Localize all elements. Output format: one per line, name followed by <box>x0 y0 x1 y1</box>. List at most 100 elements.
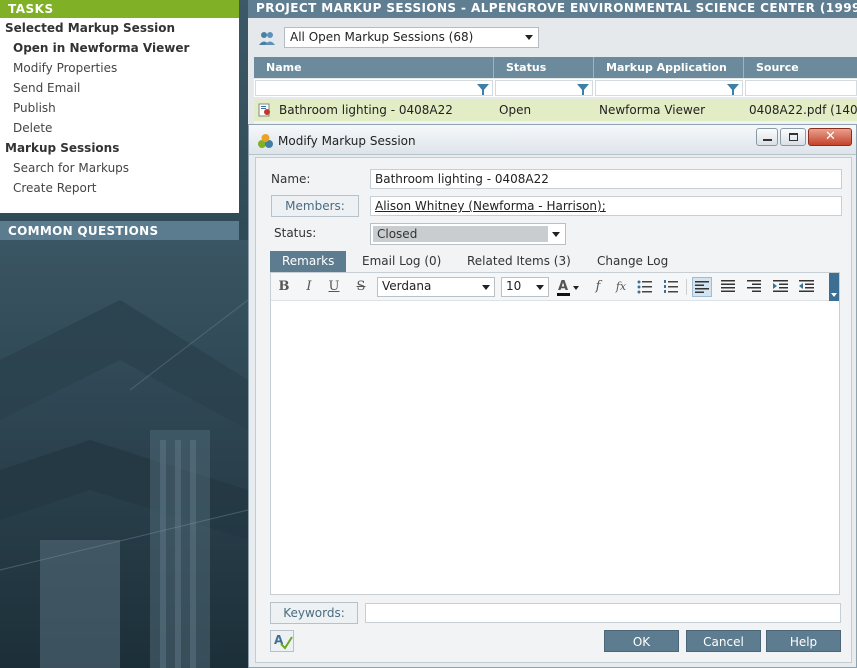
indent-icon <box>772 280 788 292</box>
outdent-icon <box>798 280 814 292</box>
bullet-list-button[interactable] <box>635 277 655 297</box>
bold-button[interactable]: B <box>274 277 294 297</box>
chevron-down-icon <box>482 285 490 290</box>
column-header-status[interactable]: Status <box>494 57 594 78</box>
keywords-button[interactable]: Keywords: <box>270 602 358 624</box>
editor-toolbar: B I U S Verdana 10 A f fx <box>271 273 839 301</box>
filter-icon[interactable] <box>477 84 489 95</box>
tab-email-log[interactable]: Email Log (0) <box>350 251 453 272</box>
column-header-source[interactable]: Source <box>744 57 857 78</box>
task-group-markup-sessions: Markup Sessions <box>5 141 120 155</box>
filter-status[interactable] <box>495 80 593 96</box>
align-right-icon <box>747 280 761 292</box>
column-header-name[interactable]: Name <box>254 57 494 78</box>
underline-button[interactable]: U <box>324 277 344 297</box>
font-family-select[interactable]: Verdana <box>377 277 495 297</box>
background-skyline-image <box>0 240 248 668</box>
filter-icon[interactable] <box>727 84 739 95</box>
dialog-body: Name: Bathroom lighting - 0408A22 Member… <box>255 157 852 663</box>
maximize-button[interactable] <box>780 128 806 146</box>
people-icon <box>259 32 275 45</box>
font-family-value: Verdana <box>382 279 432 293</box>
align-right-button[interactable] <box>744 277 764 297</box>
cancel-button[interactable]: Cancel <box>686 630 761 652</box>
project-header: PROJECT MARKUP SESSIONS - ALPENGROVE ENV… <box>248 0 857 18</box>
maximize-icon <box>789 133 798 141</box>
task-send-email[interactable]: Send Email <box>0 78 239 98</box>
bullet-list-icon <box>637 280 652 294</box>
column-header-application[interactable]: Markup Application <box>594 57 744 78</box>
cell-source: 0408A22.pdf (1405 <box>749 103 857 117</box>
minimize-icon <box>763 139 772 141</box>
chevron-down-icon <box>552 232 560 237</box>
filter-application[interactable] <box>595 80 743 96</box>
modify-markup-session-dialog: Modify Markup Session ✕ Name: Bathroom l… <box>248 124 857 668</box>
italic-button[interactable]: I <box>299 277 319 297</box>
task-modify-properties[interactable]: Modify Properties <box>0 58 239 78</box>
numbered-list-icon <box>664 280 678 293</box>
tab-change-log[interactable]: Change Log <box>585 251 680 272</box>
filter-icon[interactable] <box>577 84 589 95</box>
dialog-title-bar[interactable]: Modify Markup Session ✕ <box>249 125 856 155</box>
table-row[interactable]: Bathroom lighting - 0408A22 Open Newform… <box>254 99 857 121</box>
align-left-button[interactable] <box>692 277 712 297</box>
strikethrough-button[interactable]: S <box>351 277 371 297</box>
status-select[interactable]: Closed <box>370 223 566 245</box>
tab-related-items[interactable]: Related Items (3) <box>455 251 583 272</box>
status-label: Status: <box>274 226 317 240</box>
tasks-panel: Selected Markup Session Open in Newforma… <box>0 18 239 213</box>
task-publish[interactable]: Publish <box>0 98 239 118</box>
chevron-down-icon <box>536 285 544 290</box>
grid-header: Name Status Markup Application Source <box>254 57 857 78</box>
chevron-down-icon <box>573 286 579 290</box>
align-center-button[interactable] <box>718 277 738 297</box>
keywords-field[interactable] <box>365 603 841 623</box>
chevron-down-icon <box>525 35 533 40</box>
font-size-value: 10 <box>506 279 522 293</box>
task-delete[interactable]: Delete <box>0 118 239 138</box>
session-filter-select[interactable]: All Open Markup Sessions (68) <box>284 27 539 48</box>
align-center-icon <box>721 280 735 292</box>
cell-application: Newforma Viewer <box>599 103 706 117</box>
left-panel: TASKS Selected Markup Session Open in Ne… <box>0 0 248 668</box>
spell-check-button[interactable]: A <box>270 630 294 652</box>
members-button[interactable]: Members: <box>271 195 359 217</box>
font-color-swatch <box>557 293 570 296</box>
dialog-title: Modify Markup Session <box>278 134 416 148</box>
minimize-button[interactable] <box>756 128 778 146</box>
toolbar-overflow-button[interactable] <box>829 273 839 301</box>
font-size-select[interactable]: 10 <box>501 277 549 297</box>
members-field[interactable]: Alison Whitney (Newforma - Harrison); <box>370 196 842 216</box>
tasks-header: TASKS <box>0 0 239 18</box>
cell-status: Open <box>499 103 532 117</box>
task-search-for-markups[interactable]: Search for Markups <box>0 158 239 178</box>
markup-session-icon <box>258 103 270 117</box>
function-x-button[interactable]: fx <box>611 277 631 297</box>
name-label: Name: <box>271 172 311 186</box>
session-filter-value: All Open Markup Sessions (68) <box>290 30 474 44</box>
font-color-button[interactable]: A <box>556 277 582 297</box>
filter-name[interactable] <box>255 80 493 96</box>
help-button[interactable]: Help <box>766 630 841 652</box>
close-icon: ✕ <box>825 129 836 144</box>
newforma-logo-icon <box>258 134 273 148</box>
ok-button[interactable]: OK <box>604 630 679 652</box>
cell-name: Bathroom lighting - 0408A22 <box>279 103 453 117</box>
remarks-text-area[interactable] <box>275 305 835 590</box>
grid-filter-row <box>254 79 857 97</box>
task-create-report[interactable]: Create Report <box>0 178 239 198</box>
spell-check-icon: A <box>274 633 293 650</box>
indent-button[interactable] <box>770 277 790 297</box>
filter-source[interactable] <box>745 80 857 96</box>
tab-remarks[interactable]: Remarks <box>270 251 346 272</box>
task-open-in-viewer[interactable]: Open in Newforma Viewer <box>0 38 239 58</box>
task-group-selected-markup-session: Selected Markup Session <box>5 21 176 35</box>
numbered-list-button[interactable] <box>661 277 681 297</box>
close-button[interactable]: ✕ <box>808 128 852 146</box>
remarks-editor: B I U S Verdana 10 A f fx <box>270 272 840 595</box>
function-button[interactable]: f <box>588 277 608 297</box>
common-questions-header[interactable]: COMMON QUESTIONS <box>0 221 239 240</box>
outdent-button[interactable] <box>796 277 816 297</box>
font-color-letter: A <box>558 279 569 294</box>
name-field[interactable]: Bathroom lighting - 0408A22 <box>370 169 842 189</box>
